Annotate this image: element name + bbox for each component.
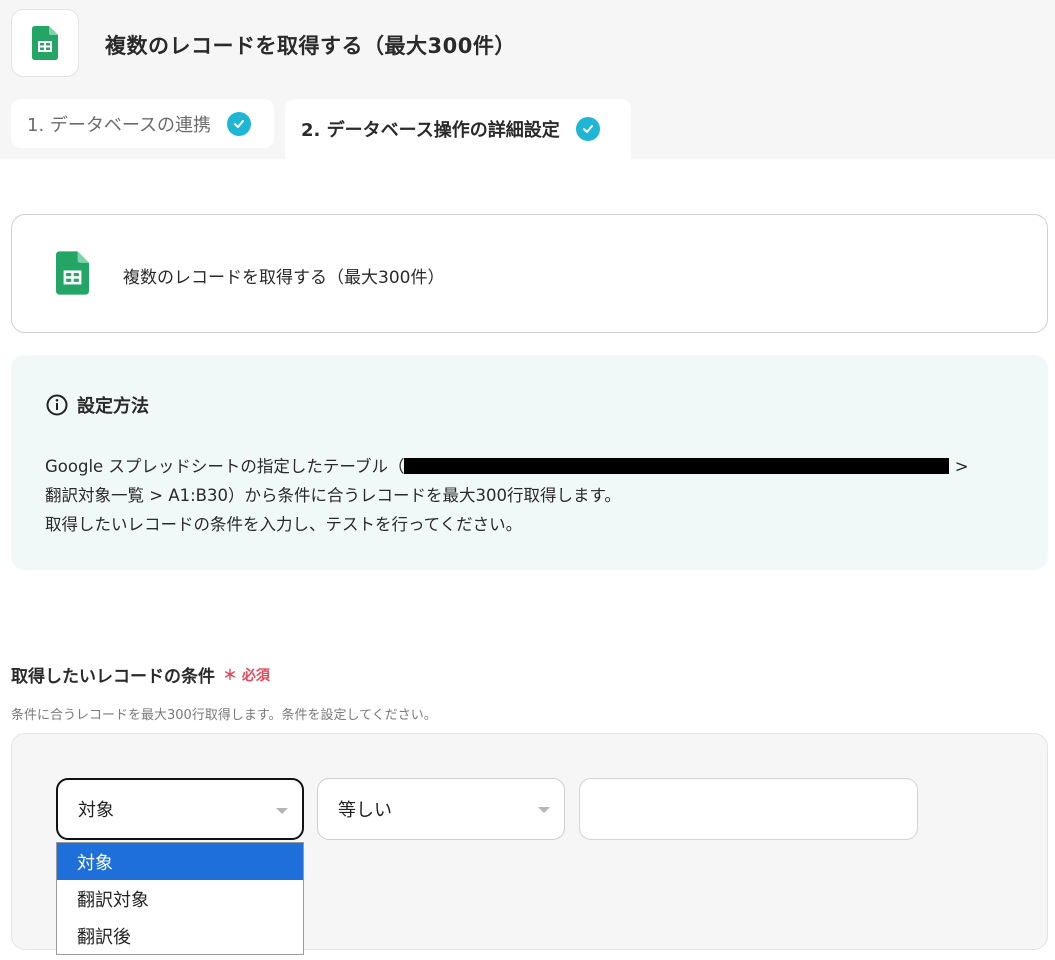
- info-heading-text: 設定方法: [77, 396, 149, 417]
- check-icon: [575, 117, 600, 141]
- info-line-1: Google スプレッドシートの指定したテーブル（ >: [45, 452, 1035, 481]
- info-heading: 設定方法: [46, 392, 149, 418]
- operator-select[interactable]: 等しい: [317, 778, 565, 840]
- operator-value: 等しい: [338, 800, 392, 821]
- tab-label: 2. データベース操作の詳細設定: [301, 120, 560, 141]
- chevron-down-icon: [276, 808, 288, 814]
- app-icon-box: [11, 9, 79, 77]
- action-card: 複数のレコードを取得する（最大300件）: [11, 214, 1048, 333]
- conditions-label: 取得したいレコードの条件 ＊ 必須: [11, 662, 270, 687]
- dropdown-option[interactable]: 対象: [57, 843, 303, 880]
- info-line-1-prefix: Google スプレッドシートの指定したテーブル（: [45, 457, 405, 476]
- condition-value-input[interactable]: [579, 778, 918, 840]
- info-body: Google スプレッドシートの指定したテーブル（ > 翻訳対象一覧 > A1:…: [45, 452, 1035, 539]
- conditions-hint: 条件に合うレコードを最大300行取得します。条件を設定してください。: [11, 708, 437, 723]
- check-icon: [227, 111, 251, 136]
- setup-info-box: 設定方法 Google スプレッドシートの指定したテーブル（ > 翻訳対象一覧 …: [11, 355, 1048, 570]
- required-badge: ＊ 必須: [223, 667, 270, 684]
- google-sheets-icon: [32, 26, 58, 60]
- page-title: 複数のレコードを取得する（最大300件）: [105, 34, 516, 58]
- tab-database-operation-settings[interactable]: 2. データベース操作の詳細設定: [285, 99, 631, 159]
- top-bar: 複数のレコードを取得する（最大300件） 1. データベースの連携 2. データ…: [0, 0, 1055, 159]
- chevron-down-icon: [538, 807, 550, 813]
- target-field-dropdown: 対象 翻訳対象 翻訳後: [56, 842, 304, 955]
- info-icon: [46, 394, 68, 416]
- info-line-2: 翻訳対象一覧 > A1:B30）から条件に合うレコードを最大300行取得します。: [45, 486, 621, 505]
- info-line-3: 取得したいレコードの条件を入力し、テストを行ってください。: [45, 515, 523, 534]
- info-line-1-suffix: >: [949, 457, 969, 476]
- tab-label: 1. データベースの連携: [27, 114, 211, 136]
- conditions-label-text: 取得したいレコードの条件: [11, 667, 215, 687]
- tab-database-connection[interactable]: 1. データベースの連携: [11, 99, 274, 148]
- dropdown-option[interactable]: 翻訳後: [57, 917, 303, 954]
- target-field-value: 対象: [78, 800, 114, 821]
- redacted-block: [404, 458, 950, 474]
- target-field-select[interactable]: 対象: [56, 778, 304, 840]
- dropdown-option[interactable]: 翻訳対象: [57, 880, 303, 917]
- google-sheets-icon: [56, 251, 89, 295]
- action-card-title: 複数のレコードを取得する（最大300件）: [123, 268, 445, 288]
